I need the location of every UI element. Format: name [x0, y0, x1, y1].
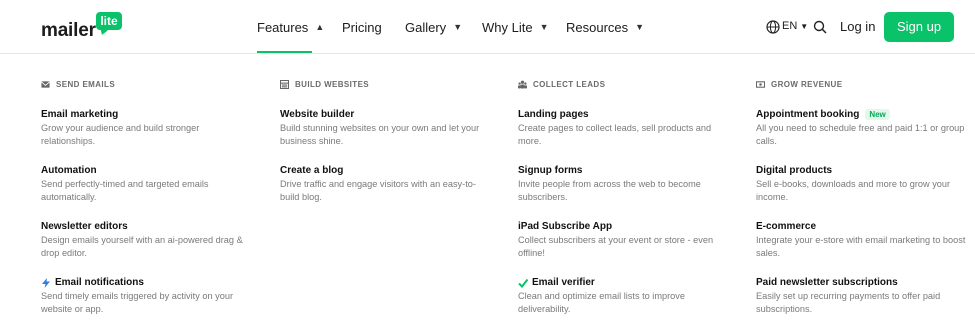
column-heading: SEND EMAILS [41, 78, 251, 90]
menu-item-e-commerce[interactable]: E-commerce Integrate your e-store with e… [756, 220, 966, 260]
menu-item-email-marketing[interactable]: Email marketing Grow your audience and b… [41, 108, 251, 148]
menu-item-description: Build stunning websites on your own and … [280, 123, 480, 146]
menu-item-ipad-subscribe-app[interactable]: iPad Subscribe App Collect subscribers a… [518, 220, 728, 260]
menu-item-title-row: Email notifications [41, 276, 251, 289]
menu-item-title: Email marketing [41, 109, 119, 120]
search-icon[interactable] [813, 20, 827, 34]
nav-features[interactable]: Features ▲ [257, 0, 324, 54]
nav-features-label: Features [257, 19, 309, 35]
menu-item-description: All you need to schedule free and paid 1… [756, 123, 965, 146]
menu-item-description: Grow your audience and build stronger re… [41, 123, 200, 146]
menu-column-build-websites: BUILD WEBSITES Website builder Build stu… [280, 78, 490, 202]
menu-item-title: Digital products [756, 165, 833, 176]
menu-item-description: Easily set up recurring payments to offe… [756, 291, 941, 314]
column-heading: GROW REVENUE [756, 78, 966, 90]
menu-item-description: Clean and optimize email lists to improv… [518, 291, 685, 314]
menu-item-digital-products[interactable]: Digital products Sell e-books, downloads… [756, 164, 966, 204]
menu-item-appointment-booking[interactable]: Appointment booking New All you need to … [756, 108, 966, 148]
active-tab-indicator [257, 51, 312, 53]
nav-resources-label: Resources [566, 19, 629, 35]
column-heading: BUILD WEBSITES [280, 78, 490, 90]
top-navigation-bar: mailer lite Features ▲ Pricing Gallery ▼… [0, 0, 975, 54]
envelope-icon [41, 80, 50, 88]
menu-item-description: Invite people from across the web to bec… [518, 179, 701, 202]
chevron-down-icon: ▼ [453, 22, 463, 32]
column-heading-label: GROW REVENUE [771, 79, 843, 89]
menu-item-create-a-blog[interactable]: Create a blog Drive traffic and engage v… [280, 164, 490, 204]
menu-item-email-notifications[interactable]: Email notifications Send timely emails t… [41, 276, 251, 316]
menu-item-title: Automation [41, 165, 97, 176]
menu-item-title: Newsletter editors [41, 221, 128, 232]
menu-item-title: Create a blog [280, 165, 344, 176]
language-selector[interactable]: EN ▼ [782, 20, 808, 32]
chevron-up-icon: ▲ [315, 22, 325, 32]
money-icon [756, 80, 765, 88]
menu-item-description: Drive traffic and engage visitors with a… [280, 179, 476, 202]
nav-why-lite-label: Why Lite [482, 19, 533, 35]
globe-icon[interactable] [766, 20, 780, 34]
login-link[interactable]: Log in [840, 19, 875, 34]
menu-item-title: Paid newsletter subscriptions [756, 277, 898, 288]
menu-item-title: Signup forms [518, 165, 583, 176]
menu-item-description: Sell e-books, downloads and more to grow… [756, 179, 951, 202]
menu-item-title: Website builder [280, 109, 355, 120]
menu-item-description: Send timely emails triggered by activity… [41, 291, 233, 314]
nav-pricing-label: Pricing [342, 19, 382, 35]
menu-item-title: Email notifications [55, 277, 144, 288]
new-badge: New [865, 109, 890, 120]
menu-item-paid-newsletter-subscriptions[interactable]: Paid newsletter subscriptions Easily set… [756, 276, 966, 316]
menu-item-title-row: Appointment booking New [756, 108, 966, 121]
check-icon [518, 278, 528, 288]
nav-gallery-label: Gallery [405, 19, 447, 35]
menu-item-email-verifier[interactable]: Email verifier Clean and optimize email … [518, 276, 728, 316]
column-heading-label: BUILD WEBSITES [295, 79, 370, 89]
column-heading-label: SEND EMAILS [56, 79, 116, 89]
menu-item-automation[interactable]: Automation Send perfectly-timed and targ… [41, 164, 251, 204]
menu-item-description: Integrate your e-store with email market… [756, 235, 966, 258]
nav-why-lite[interactable]: Why Lite ▼ [482, 0, 549, 54]
menu-item-title: E-commerce [756, 221, 817, 232]
language-label: EN [782, 20, 798, 32]
logo-wordmark: mailer [41, 20, 96, 41]
menu-item-title: iPad Subscribe App [518, 221, 613, 232]
users-icon [518, 80, 527, 89]
menu-item-landing-pages[interactable]: Landing pages Create pages to collect le… [518, 108, 728, 148]
menu-item-website-builder[interactable]: Website builder Build stunning websites … [280, 108, 490, 148]
menu-item-description: Collect subscribers at your event or sto… [518, 235, 714, 258]
menu-item-title-row: Email verifier [518, 276, 728, 289]
menu-column-grow-revenue: GROW REVENUE Appointment booking New All… [756, 78, 966, 314]
nav-gallery[interactable]: Gallery ▼ [405, 0, 462, 54]
nav-pricing[interactable]: Pricing [342, 0, 382, 54]
menu-item-description: Create pages to collect leads, sell prod… [518, 123, 712, 146]
column-heading: COLLECT LEADS [518, 78, 728, 90]
lightning-icon [42, 277, 50, 288]
column-heading-label: COLLECT LEADS [533, 79, 606, 89]
signup-button[interactable]: Sign up [884, 12, 954, 42]
layout-icon [280, 79, 289, 89]
chevron-down-icon: ▼ [800, 21, 809, 31]
logo-badge: lite [96, 12, 122, 30]
menu-item-signup-forms[interactable]: Signup forms Invite people from across t… [518, 164, 728, 204]
menu-item-newsletter-editors[interactable]: Newsletter editors Design emails yoursel… [41, 220, 251, 260]
menu-item-title: Email verifier [532, 277, 595, 288]
nav-resources[interactable]: Resources ▼ [566, 0, 644, 54]
chevron-down-icon: ▼ [539, 22, 549, 32]
menu-item-title: Landing pages [518, 109, 589, 120]
menu-item-description: Design emails yourself with an ai-powere… [41, 235, 243, 258]
menu-item-description: Send perfectly-timed and targeted emails… [41, 179, 209, 202]
chevron-down-icon: ▼ [635, 22, 645, 32]
menu-column-send-emails: SEND EMAILS Email marketing Grow your au… [41, 78, 251, 315]
menu-item-title: Appointment booking [756, 109, 860, 120]
menu-column-collect-leads: COLLECT LEADS Landing pages Create pages… [518, 78, 728, 314]
